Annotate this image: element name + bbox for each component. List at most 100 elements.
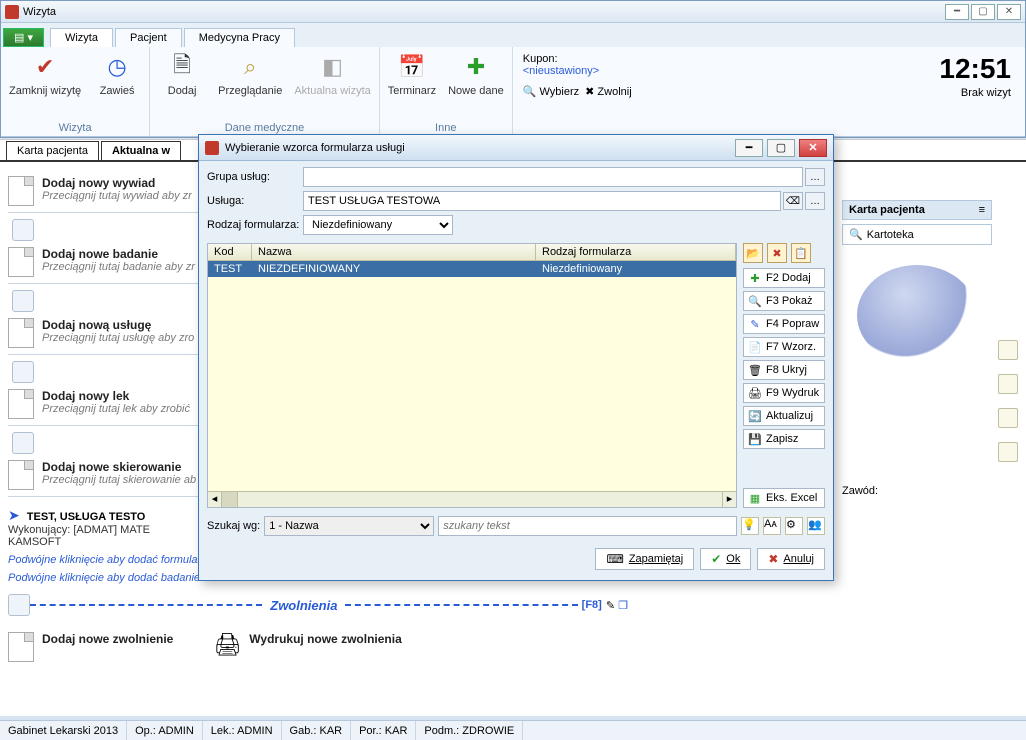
window-icon[interactable]: ❐ bbox=[618, 599, 628, 612]
rodzaj-select[interactable]: Niezdefiniowany bbox=[303, 215, 453, 235]
visit-icon: ◧ bbox=[317, 51, 349, 83]
usluga-input[interactable] bbox=[303, 191, 781, 211]
dialog-icon bbox=[205, 141, 219, 155]
dialog-form: Grupa usług: … Usługa: ⌫… Rodzaj formula… bbox=[199, 161, 833, 241]
tool-icon-2[interactable] bbox=[998, 374, 1018, 394]
kupon-zwolnij-button[interactable]: ✖ Zwolnij bbox=[585, 85, 632, 98]
menu-icon[interactable]: ≡ bbox=[979, 204, 985, 216]
tool-icon-1[interactable] bbox=[998, 340, 1018, 360]
anuluj-button[interactable]: ✖Anuluj bbox=[757, 548, 825, 570]
f8-ukryj-button[interactable]: 🗑F8 Ukryj bbox=[743, 360, 825, 380]
print-zwolnienia[interactable]: 🖨 Wydrukuj nowe zwolnienia bbox=[213, 632, 401, 668]
browse-icon: ⌕ bbox=[234, 51, 266, 83]
dialog-close-button[interactable]: ✕ bbox=[799, 139, 827, 157]
document-icon: 🗎 bbox=[166, 51, 198, 83]
kupon-panel: Kupon: <nieustawiony> 🔍 Wybierz ✖ Zwolni… bbox=[513, 47, 642, 136]
side-icon-del[interactable]: ✖ bbox=[767, 243, 787, 263]
dialog-title: Wybieranie wzorca formularza usługi bbox=[225, 142, 405, 154]
avatar-placeholder bbox=[857, 265, 977, 365]
zwol-icon[interactable] bbox=[8, 594, 30, 616]
file-menu-button[interactable]: ▤ ▾ bbox=[3, 28, 44, 47]
statusbar: Gabinet Lekarski 2013 Op.: ADMIN Lek.: A… bbox=[0, 720, 1026, 740]
search-label: Szukaj wg: bbox=[207, 520, 260, 532]
dialog-minimize-button[interactable]: ━ bbox=[735, 139, 763, 157]
aa-icon[interactable]: Aᴀ bbox=[763, 517, 781, 535]
tab-wizyta[interactable]: Wizyta bbox=[50, 28, 113, 47]
results-grid[interactable]: Kod Nazwa Rodzaj formularza TEST NIEZDEF… bbox=[207, 243, 737, 508]
f3-pokaz-button[interactable]: 🔍F3 Pokaż bbox=[743, 291, 825, 311]
entry-zwolnienie[interactable]: Dodaj nowe zwolnienie bbox=[8, 632, 173, 668]
status-app: Gabinet Lekarski 2013 bbox=[0, 721, 127, 740]
kupon-wybierz-button[interactable]: 🔍 Wybierz bbox=[523, 85, 579, 98]
bulb-icon[interactable]: 💡 bbox=[741, 517, 759, 535]
close-visit-button[interactable]: ✔ Zamknij wizytę bbox=[9, 51, 81, 97]
f2-dodaj-button[interactable]: ✚F2 Dodaj bbox=[743, 268, 825, 288]
browse-button[interactable]: ⌕ Przeglądanie bbox=[218, 51, 282, 97]
add-button[interactable]: 🗎 Dodaj bbox=[158, 51, 206, 97]
chip-icon[interactable] bbox=[12, 432, 34, 454]
nowe-dane-button[interactable]: ✚ Nowe dane bbox=[448, 51, 504, 97]
tab-medycyna[interactable]: Medycyna Pracy bbox=[184, 28, 295, 47]
search-input[interactable] bbox=[438, 516, 737, 536]
grid-scrollbar[interactable]: ◂ ▸ bbox=[208, 491, 736, 507]
edit-icon[interactable]: ✎ bbox=[606, 599, 615, 612]
grid-header: Kod Nazwa Rodzaj formularza bbox=[208, 244, 736, 261]
document-icon bbox=[8, 632, 34, 662]
kartoteka-item[interactable]: 🔍 Kartoteka bbox=[842, 224, 992, 245]
dialog-maximize-button[interactable]: ▢ bbox=[767, 139, 795, 157]
col-nazwa[interactable]: Nazwa bbox=[252, 244, 536, 260]
clock-panel: 12:51 Brak wizyt bbox=[899, 47, 1025, 136]
document-icon bbox=[8, 176, 34, 206]
zapisz-button[interactable]: 💾Zapisz bbox=[743, 429, 825, 449]
people-icon[interactable]: 👥 bbox=[807, 517, 825, 535]
main-title: Wizyta bbox=[23, 6, 56, 18]
arrow-icon: ➤ bbox=[8, 507, 20, 523]
maximize-button[interactable]: ▢ bbox=[971, 4, 995, 20]
side-icon-open[interactable]: 📂 bbox=[743, 243, 763, 263]
filter-icon[interactable]: ⚙ bbox=[785, 517, 803, 535]
f7-wzorz-button[interactable]: 📄F7 Wzorz. bbox=[743, 337, 825, 357]
col-kod[interactable]: Kod bbox=[208, 244, 252, 260]
tool-icon-4[interactable] bbox=[998, 442, 1018, 462]
ribbon-tabs: ▤ ▾ Wizyta Pacjent Medycyna Pracy bbox=[1, 23, 1025, 47]
f4-popraw-button[interactable]: ✎F4 Popraw bbox=[743, 314, 825, 334]
status-lek: Lek.: ADMIN bbox=[203, 721, 282, 740]
tool-icon-3[interactable] bbox=[998, 408, 1018, 428]
tab-pacjent[interactable]: Pacjent bbox=[115, 28, 182, 47]
chip-icon[interactable] bbox=[12, 219, 34, 241]
calendar-icon: 📅 bbox=[396, 51, 428, 83]
dialog-bottom-buttons: ⌨Zapamiętaj ✔Ok ✖Anuluj bbox=[199, 544, 833, 580]
grupa-input[interactable] bbox=[303, 167, 803, 187]
document-icon bbox=[8, 460, 34, 490]
clock-time: 12:51 bbox=[939, 53, 1011, 85]
usluga-clear-button[interactable]: ⌫ bbox=[783, 192, 803, 210]
document-icon bbox=[8, 247, 34, 277]
grupa-lookup-button[interactable]: … bbox=[805, 168, 825, 186]
side-buttons: 📂 ✖ 📋 ✚F2 Dodaj 🔍F3 Pokaż ✎F4 Popraw 📄F7… bbox=[743, 243, 825, 508]
eks-excel-button[interactable]: ▦Eks. Excel bbox=[743, 488, 825, 508]
plus-icon: ✚ bbox=[460, 51, 492, 83]
search-row: Szukaj wg: 1 - Nazwa 💡 Aᴀ ⚙ 👥 bbox=[199, 512, 833, 544]
terminarz-button[interactable]: 📅 Terminarz bbox=[388, 51, 436, 97]
clock-sub: Brak wizyt bbox=[939, 87, 1011, 99]
f9-wydruk-button[interactable]: 🖨F9 Wydruk bbox=[743, 383, 825, 403]
zapamietaj-button[interactable]: ⌨Zapamiętaj bbox=[595, 548, 694, 570]
status-podm: Podm.: ZDROWIE bbox=[416, 721, 523, 740]
suspend-visit-button[interactable]: ◷ Zawieś bbox=[93, 51, 141, 97]
search-by-select[interactable]: 1 - Nazwa bbox=[264, 516, 434, 536]
tab-aktualna[interactable]: Aktualna w bbox=[101, 141, 181, 160]
dialog-titlebar[interactable]: Wybieranie wzorca formularza usługi ━ ▢ … bbox=[199, 135, 833, 161]
side-icon-copy[interactable]: 📋 bbox=[791, 243, 811, 263]
close-button[interactable]: ✕ bbox=[997, 4, 1021, 20]
chip-icon[interactable] bbox=[12, 290, 34, 312]
col-rodzaj[interactable]: Rodzaj formularza bbox=[536, 244, 736, 260]
usluga-lookup-button[interactable]: … bbox=[805, 192, 825, 210]
aktualizuj-button[interactable]: 🔄Aktualizuj bbox=[743, 406, 825, 426]
search-icon: 🔍 bbox=[849, 228, 863, 241]
chip-icon[interactable] bbox=[12, 361, 34, 383]
ok-button[interactable]: ✔Ok bbox=[700, 548, 751, 570]
grid-row[interactable]: TEST NIEZDEFINIOWANY Niezdefiniowany bbox=[208, 261, 736, 277]
kupon-value-link[interactable]: <nieustawiony> bbox=[523, 65, 632, 77]
tab-karta-pacjenta[interactable]: Karta pacjenta bbox=[6, 141, 99, 160]
minimize-button[interactable]: ━ bbox=[945, 4, 969, 20]
